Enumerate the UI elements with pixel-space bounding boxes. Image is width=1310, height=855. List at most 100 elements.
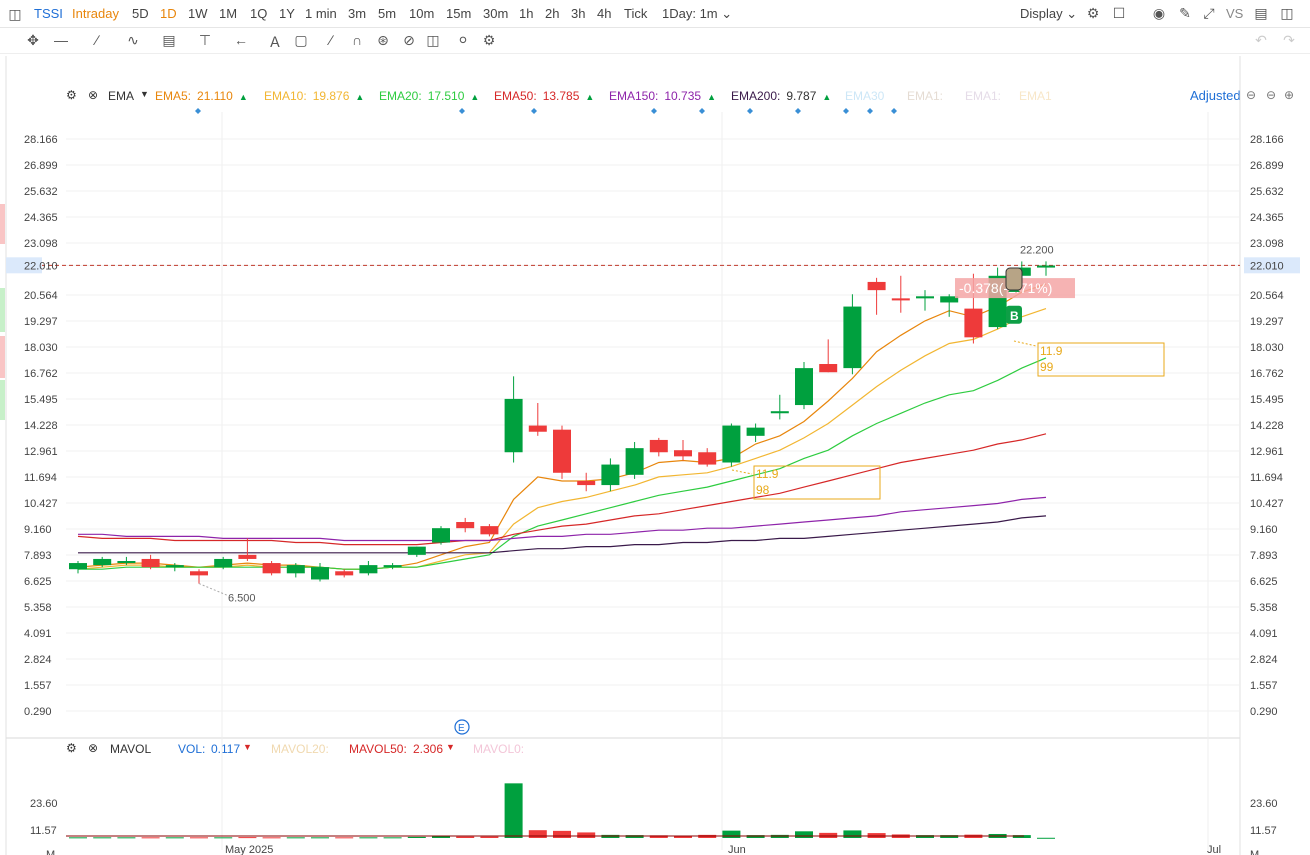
y-tick-label: 10.427 [24, 498, 58, 510]
volume-bar [1037, 837, 1055, 839]
left-strip [0, 288, 5, 332]
candle-body [359, 565, 378, 574]
candle-body [553, 429, 571, 473]
event-diamond-icon [795, 108, 801, 114]
x-tick-label: Jun [728, 844, 746, 855]
candle-body [190, 571, 208, 576]
candle-body [843, 306, 862, 369]
volume-bar [190, 837, 208, 839]
annotation-line2: 99 [1040, 360, 1054, 374]
y-tick-label: 25.632 [24, 186, 58, 198]
event-diamond-icon [459, 108, 465, 114]
y-tick-label: 5.358 [24, 602, 52, 614]
candle-body [891, 298, 910, 301]
y-tick-label: 4.091 [1250, 628, 1278, 640]
y-tick-label: 22.010 [24, 260, 58, 272]
y-tick-label: 9.160 [1250, 524, 1278, 536]
candle-body [601, 464, 620, 486]
volume-bar [843, 830, 862, 838]
candle-body [238, 554, 257, 559]
left-strip [0, 380, 5, 420]
event-marker-label: E [458, 723, 465, 734]
low-label: 6.500 [228, 593, 256, 605]
buy-marker-label: B [1010, 309, 1019, 323]
volume-tick-label: M [1250, 849, 1259, 855]
y-tick-label: 12.961 [24, 446, 58, 458]
event-diamond-icon [195, 108, 201, 114]
volume-bars [66, 783, 1055, 839]
y-tick-label: 25.632 [1250, 186, 1284, 198]
volume-bar [359, 837, 378, 839]
left-strip [0, 204, 5, 244]
volume-tick-label: M [46, 849, 55, 855]
y-tick-label: 20.564 [24, 290, 58, 302]
volume-bar [553, 830, 571, 838]
volume-bar [383, 837, 402, 839]
y-tick-label: 14.228 [24, 420, 58, 432]
volume-tick-label: 11.57 [30, 825, 57, 837]
candle-body [504, 398, 523, 453]
y-tick-label: 5.358 [1250, 602, 1278, 614]
y-tick-label: 16.762 [24, 368, 58, 380]
x-axis: May 2025 Jun Jul [225, 844, 1221, 855]
candle-body [335, 571, 354, 576]
candle-body [69, 563, 87, 570]
volume-bar [577, 832, 596, 838]
candle-body [528, 425, 547, 432]
volume-bar [165, 837, 184, 839]
volume-bar [69, 837, 87, 839]
y-tick-label: 1.557 [1250, 680, 1278, 692]
candle-body [383, 565, 402, 568]
volume-tick-label: 23.60 [30, 798, 58, 810]
annotation-leader [731, 469, 753, 475]
candles [69, 261, 1055, 584]
y-tick-label: 1.557 [24, 680, 52, 692]
y-tick-label: 19.297 [24, 316, 58, 328]
candle-body [722, 425, 741, 463]
y-tick-label: 23.098 [24, 238, 58, 250]
volume-bar [795, 831, 813, 838]
y-tick-label: 10.427 [1250, 498, 1284, 510]
volume-bar [238, 837, 257, 839]
candle-body [649, 439, 668, 453]
y-tick-label: 18.030 [1250, 342, 1284, 354]
candle-body [964, 308, 983, 338]
event-diamond-icon [699, 108, 705, 114]
candle-body [819, 364, 838, 373]
candle-body [117, 561, 136, 564]
candle-body [746, 427, 765, 436]
y-tick-label: 7.893 [1250, 550, 1278, 562]
candle-body [770, 411, 789, 414]
volume-tick-label: 11.57 [1250, 825, 1277, 837]
volume-tick-label: 23.60 [1250, 798, 1278, 810]
y-tick-label: 26.899 [1250, 160, 1284, 172]
y-tick-label: 18.030 [24, 342, 58, 354]
volume-bar [286, 837, 305, 839]
x-tick-label: Jul [1207, 844, 1221, 855]
candle-body [577, 480, 596, 486]
low-leader [198, 583, 229, 597]
candle-body [165, 565, 184, 568]
candle-body [311, 567, 329, 580]
y-tick-label: 12.961 [1250, 446, 1284, 458]
price-chart[interactable]: 28.166 26.899 25.632 24.365 23.098 22.010 20.5… [0, 0, 1310, 855]
volume-bar [407, 836, 426, 838]
y-tick-label: 22.010 [1250, 260, 1284, 272]
annotation-line1: 11.9 [756, 467, 779, 481]
y-tick-label: 16.762 [1250, 368, 1284, 380]
y-tick-label: 11.694 [1250, 472, 1283, 484]
left-strip [0, 336, 5, 378]
y-tick-label: 20.564 [1250, 290, 1284, 302]
y-tick-label: 11.694 [24, 472, 57, 484]
candle-body [93, 558, 112, 566]
chart-grid [0, 56, 1241, 855]
event-diamond-icon [843, 108, 849, 114]
annotation-line2: 98 [756, 483, 770, 497]
annotation-line1: 11.9 [1040, 344, 1063, 358]
volume-bar [311, 837, 329, 839]
y-tick-label: 19.297 [1250, 316, 1284, 328]
event-diamond-icon [867, 108, 873, 114]
y-tick-label: 6.625 [24, 576, 52, 588]
volume-bar [528, 830, 547, 838]
candle-body [432, 528, 450, 543]
